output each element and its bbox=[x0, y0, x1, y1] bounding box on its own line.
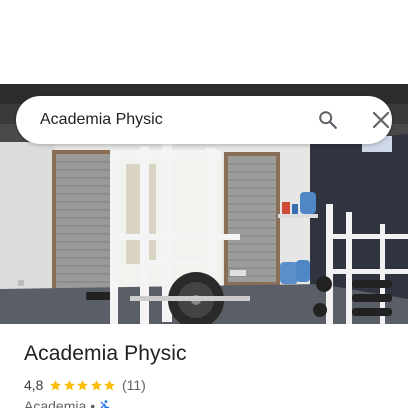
rating-value: 4,8 bbox=[24, 377, 44, 393]
star-rating bbox=[49, 379, 117, 392]
search-icon bbox=[319, 111, 337, 129]
category-row: Academia • bbox=[24, 397, 112, 408]
search-input[interactable]: Academia Physic bbox=[40, 96, 163, 144]
star-icon bbox=[91, 379, 102, 390]
place-category: Academia bbox=[24, 398, 87, 408]
star-icon bbox=[77, 379, 89, 390]
close-button[interactable] bbox=[365, 104, 397, 136]
close-icon bbox=[372, 111, 390, 129]
map-top-area bbox=[0, 0, 408, 84]
rating-row[interactable]: 4,8 (11) bbox=[24, 376, 146, 394]
review-count[interactable]: (11) bbox=[122, 377, 146, 393]
separator: • bbox=[90, 398, 96, 408]
search-bar[interactable]: Academia Physic bbox=[16, 96, 392, 144]
star-icon bbox=[50, 379, 62, 390]
place-title: Academia Physic bbox=[24, 342, 187, 365]
wheelchair-icon bbox=[100, 399, 110, 408]
star-icon bbox=[104, 379, 116, 390]
star-icon bbox=[64, 379, 75, 390]
search-button[interactable] bbox=[312, 104, 344, 136]
